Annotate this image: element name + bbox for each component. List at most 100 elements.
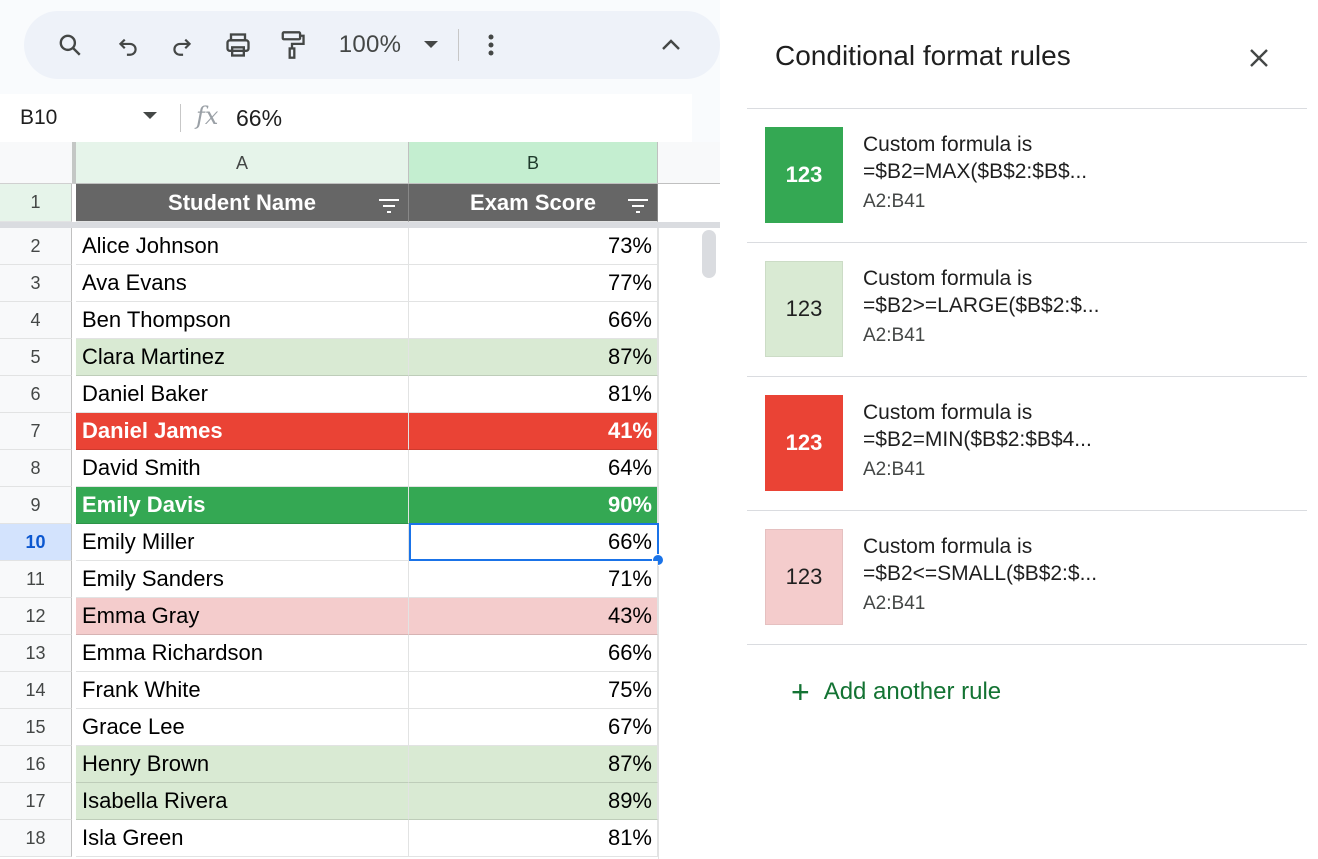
add-rule-button[interactable]: + Add another rule — [791, 674, 1002, 710]
cell-exam-score[interactable]: 64% — [409, 450, 658, 487]
row-number[interactable]: 12 — [0, 598, 72, 635]
cell-exam-score[interactable]: 90% — [409, 487, 658, 524]
rule-format-preview: 123 — [765, 261, 843, 357]
cell-student-name[interactable]: Ben Thompson — [76, 302, 409, 339]
cell-student-name[interactable]: Frank White — [76, 672, 409, 709]
cell-student-name[interactable]: Clara Martinez — [76, 339, 409, 376]
rule-condition: Custom formula is — [863, 535, 1033, 558]
row-number[interactable]: 4 — [0, 302, 72, 339]
cell-exam-score[interactable]: 75% — [409, 672, 658, 709]
redo-icon[interactable] — [162, 11, 202, 79]
cell-exam-score[interactable]: 87% — [409, 746, 658, 783]
rule-condition: Custom formula is — [863, 401, 1033, 424]
rule-range: A2:B41 — [863, 593, 926, 614]
formula-input[interactable]: 66% — [236, 94, 282, 142]
column-header-a[interactable]: A — [76, 142, 409, 184]
plus-icon: + — [791, 674, 810, 710]
rule-card[interactable]: 123 Custom formula is =$B2>=LARGE($B$2:$..… — [747, 243, 1307, 377]
rule-formula: =$B2=MAX($B$2:$B$... — [863, 160, 1088, 183]
paint-format-icon[interactable] — [272, 11, 312, 79]
row-number[interactable]: 6 — [0, 376, 72, 413]
cell-exam-score[interactable]: 87% — [409, 339, 658, 376]
cell-student-name[interactable]: Daniel Baker — [76, 376, 409, 413]
cell-student-name[interactable]: Ava Evans — [76, 265, 409, 302]
cell-student-name[interactable]: Alice Johnson — [76, 228, 409, 265]
cell-exam-score[interactable]: 89% — [409, 783, 658, 820]
cell-exam-score[interactable]: 66% — [409, 635, 658, 672]
row-number[interactable]: 9 — [0, 487, 72, 524]
rule-condition: Custom formula is — [863, 133, 1033, 156]
row-number[interactable]: 16 — [0, 746, 72, 783]
close-icon[interactable] — [1247, 46, 1271, 75]
row-number[interactable]: 11 — [0, 561, 72, 598]
panel-title: Conditional format rules — [775, 40, 1071, 71]
cell-student-name[interactable]: Emily Miller — [76, 524, 409, 561]
cell-student-name[interactable]: Emma Richardson — [76, 635, 409, 672]
sheet-grid: A B 1 Student Name Exam Score 2 Alice Joh… — [0, 142, 720, 859]
rule-formula: =$B2<=SMALL($B$2:$... — [863, 562, 1098, 585]
cell-exam-score[interactable]: 81% — [409, 820, 658, 857]
row-number[interactable]: 18 — [0, 820, 72, 857]
rule-card[interactable]: 123 Custom formula is =$B2=MAX($B$2:$B$...… — [747, 109, 1307, 243]
row-number[interactable]: 15 — [0, 709, 72, 746]
column-header-b[interactable]: B — [409, 142, 658, 184]
row-number[interactable]: 3 — [0, 265, 72, 302]
print-icon[interactable] — [218, 11, 258, 79]
spreadsheet-area: 100% B10 fx 66% A B 1 Student Name Exam … — [0, 0, 720, 859]
formula-bar: B10 fx 66% — [0, 94, 692, 142]
cell-exam-score[interactable]: 66% — [409, 302, 658, 339]
header-cell-exam-score[interactable]: Exam Score — [409, 184, 658, 222]
row-number[interactable]: 14 — [0, 672, 72, 709]
header-cell-student-name[interactable]: Student Name — [76, 184, 409, 222]
select-all-corner[interactable] — [0, 142, 76, 184]
cell-exam-score[interactable]: 67% — [409, 709, 658, 746]
add-rule-label: Add another rule — [823, 678, 1002, 705]
zoom-select[interactable]: 100% — [330, 11, 410, 79]
cell-student-name[interactable]: David Smith — [76, 450, 409, 487]
cell-student-name[interactable]: Grace Lee — [76, 709, 409, 746]
search-icon[interactable] — [50, 11, 90, 79]
cell-exam-score[interactable]: 77% — [409, 265, 658, 302]
row-number[interactable]: 10 — [0, 524, 72, 561]
empty-column-area — [658, 228, 720, 859]
row-number[interactable]: 2 — [0, 228, 72, 265]
undo-icon[interactable] — [108, 11, 148, 79]
cell-student-name[interactable]: Isabella Rivera — [76, 783, 409, 820]
cell-exam-score[interactable]: 81% — [409, 376, 658, 413]
cell-student-name[interactable]: Henry Brown — [76, 746, 409, 783]
cell-student-name[interactable]: Emily Davis — [76, 487, 409, 524]
fx-icon: fx — [196, 102, 219, 130]
header-label: Exam Score — [470, 189, 596, 215]
chevron-down-icon[interactable] — [416, 11, 446, 79]
cell-exam-score[interactable]: 73% — [409, 228, 658, 265]
rule-card[interactable]: 123 Custom formula is =$B2<=SMALL($B$2:$..… — [747, 511, 1307, 645]
row-number[interactable]: 7 — [0, 413, 72, 450]
rule-condition: Custom formula is — [863, 267, 1033, 290]
chevron-up-icon[interactable] — [654, 11, 688, 79]
cell-exam-score[interactable]: 71% — [409, 561, 658, 598]
zoom-value: 100% — [338, 31, 402, 58]
row-number[interactable]: 13 — [0, 635, 72, 672]
rule-range: A2:B41 — [863, 325, 926, 346]
filter-icon[interactable] — [627, 194, 649, 220]
cell-student-name[interactable]: Emily Sanders — [76, 561, 409, 598]
cell-student-name[interactable]: Emma Gray — [76, 598, 409, 635]
row-number[interactable]: 17 — [0, 783, 72, 820]
cell-exam-score[interactable]: 41% — [409, 413, 658, 450]
row-number[interactable]: 1 — [0, 184, 72, 222]
cell-exam-score[interactable]: 66% — [409, 524, 658, 561]
cell-student-name[interactable]: Daniel James — [76, 413, 409, 450]
toolbar-separator — [458, 29, 459, 61]
rule-format-preview: 123 — [765, 127, 843, 223]
cell-student-name[interactable]: Isla Green — [76, 820, 409, 857]
more-vert-icon[interactable] — [476, 11, 506, 79]
chevron-down-icon[interactable] — [142, 108, 158, 126]
row-number[interactable]: 5 — [0, 339, 72, 376]
rule-format-preview: 123 — [765, 529, 843, 625]
filter-icon[interactable] — [378, 194, 400, 220]
cell-exam-score[interactable]: 43% — [409, 598, 658, 635]
row-number[interactable]: 8 — [0, 450, 72, 487]
vertical-scrollbar[interactable] — [702, 230, 716, 278]
name-box[interactable]: B10 — [20, 94, 57, 142]
rule-card[interactable]: 123 Custom formula is =$B2=MIN($B$2:$B$4..… — [747, 377, 1307, 511]
